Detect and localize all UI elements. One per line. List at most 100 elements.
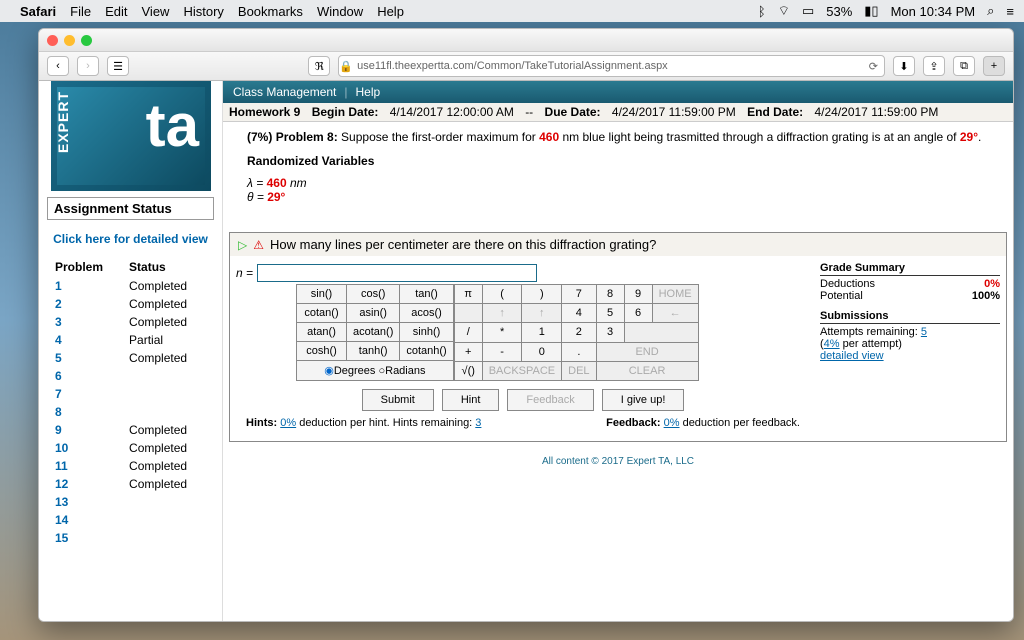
key-left[interactable]: ← [652, 304, 698, 323]
list-item[interactable]: 6 [51, 368, 210, 384]
key-plus[interactable]: + [454, 342, 482, 361]
key-pi[interactable]: π [454, 285, 482, 304]
share-button[interactable]: ⇪ [923, 56, 945, 76]
feedback-button[interactable]: Feedback [507, 389, 593, 411]
menu-history[interactable]: History [183, 4, 223, 19]
calc-atan[interactable]: atan() [297, 323, 347, 342]
key-home[interactable]: HOME [652, 285, 698, 304]
key-backspace[interactable]: BACKSPACE [482, 361, 561, 380]
minimize-icon[interactable] [64, 35, 75, 46]
calc-acotan[interactable]: acotan() [347, 323, 400, 342]
tabs-button[interactable]: ⧉ [953, 56, 975, 76]
key-sqrt[interactable]: √() [454, 361, 482, 380]
key-up[interactable]: ↑ [482, 304, 522, 323]
key-4[interactable]: 4 [562, 304, 596, 323]
calc-acos[interactable]: acos() [400, 304, 453, 323]
list-item[interactable]: 10Completed [51, 440, 210, 456]
hint-button[interactable]: Hint [442, 389, 500, 411]
answer-lhs: n = [236, 266, 253, 280]
key-8[interactable]: 8 [596, 285, 624, 304]
newtab-button[interactable]: + [983, 56, 1005, 76]
key-del[interactable]: DEL [562, 361, 596, 380]
display-icon[interactable]: ▭ [802, 3, 814, 19]
clock[interactable]: Mon 10:34 PM [891, 4, 976, 19]
footer: All content © 2017 Expert TA, LLC [223, 446, 1013, 477]
key-2[interactable]: 2 [562, 323, 596, 342]
menu-window[interactable]: Window [317, 4, 363, 19]
list-item[interactable]: 7 [51, 386, 210, 402]
key-0[interactable]: 0 [522, 342, 562, 361]
list-item[interactable]: 4Partial [51, 332, 210, 348]
calc-cosh[interactable]: cosh() [297, 342, 347, 361]
key-clear[interactable]: CLEAR [596, 361, 698, 380]
list-item[interactable]: 12Completed [51, 476, 210, 492]
menu-help[interactable]: Help [356, 85, 381, 99]
safari-window: ‹ › ☰ ℜ 🔒 use11fl.theexpertta.com/Common… [38, 28, 1014, 622]
calc-cotan[interactable]: cotan() [297, 304, 347, 323]
list-item[interactable]: 8 [51, 404, 210, 420]
reader-button[interactable]: ℜ [308, 56, 330, 76]
sidebar-button[interactable]: ☰ [107, 56, 129, 76]
key-up2[interactable]: ↑ [522, 304, 562, 323]
calc-cos[interactable]: cos() [347, 285, 400, 304]
key-7[interactable]: 7 [562, 285, 596, 304]
forward-button[interactable]: › [77, 56, 99, 76]
detailed-view-link-2[interactable]: detailed view [820, 350, 1000, 362]
list-item[interactable]: 11Completed [51, 458, 210, 474]
reload-icon[interactable]: ⟳ [869, 60, 878, 73]
key-dot[interactable]: . [562, 342, 596, 361]
key-blank [454, 304, 482, 323]
key-minus[interactable]: - [482, 342, 522, 361]
key-rparen[interactable]: ) [522, 285, 562, 304]
calc-tan[interactable]: tan() [400, 285, 453, 304]
list-item[interactable]: 13 [51, 494, 210, 510]
close-icon[interactable] [47, 35, 58, 46]
angle-mode[interactable]: ◉Degrees ○Radians [297, 361, 454, 381]
maximize-icon[interactable] [81, 35, 92, 46]
menu-file[interactable]: File [70, 4, 91, 19]
notification-icon[interactable]: ≡ [1006, 4, 1014, 19]
key-div[interactable]: / [454, 323, 482, 342]
calc-asin[interactable]: asin() [347, 304, 400, 323]
key-lparen[interactable]: ( [482, 285, 522, 304]
bluetooth-icon[interactable]: ᛒ [758, 4, 766, 19]
giveup-button[interactable]: I give up! [602, 389, 685, 411]
list-item[interactable]: 2Completed [51, 296, 210, 312]
window-titlebar[interactable] [39, 29, 1013, 51]
app-name[interactable]: Safari [20, 4, 56, 19]
detailed-view-link[interactable]: Click here for detailed view [39, 226, 222, 252]
battery-icon[interactable]: ▮▯ [864, 3, 878, 19]
col-problem: Problem [51, 258, 123, 276]
menu-class-management[interactable]: Class Management [233, 85, 336, 99]
menu-edit[interactable]: Edit [105, 4, 127, 19]
back-button[interactable]: ‹ [47, 56, 69, 76]
list-item[interactable]: 3Completed [51, 314, 210, 330]
key-3[interactable]: 3 [596, 323, 624, 342]
submit-button[interactable]: Submit [362, 389, 434, 411]
url-bar[interactable]: 🔒 use11fl.theexpertta.com/Common/TakeTut… [338, 55, 885, 77]
calc-cotanh[interactable]: cotanh() [400, 342, 453, 361]
key-9[interactable]: 9 [624, 285, 652, 304]
wifi-icon[interactable]: ⌔ [778, 3, 790, 19]
download-button[interactable]: ⬇ [893, 56, 915, 76]
list-item[interactable]: 15 [51, 530, 210, 546]
key-end[interactable]: END [596, 342, 698, 361]
answer-input[interactable] [257, 264, 537, 282]
calculator: sin()cos()tan() cotan()asin()acos() atan… [296, 284, 810, 381]
menu-help[interactable]: Help [377, 4, 404, 19]
calc-sin[interactable]: sin() [297, 285, 347, 304]
question-box: ▷ ⚠ How many lines per centimeter are th… [229, 232, 1007, 442]
key-mul[interactable]: * [482, 323, 522, 342]
search-icon[interactable]: ⌕ [987, 3, 994, 19]
menu-view[interactable]: View [142, 4, 170, 19]
menu-bookmarks[interactable]: Bookmarks [238, 4, 303, 19]
list-item[interactable]: 9Completed [51, 422, 210, 438]
key-5[interactable]: 5 [596, 304, 624, 323]
list-item[interactable]: 14 [51, 512, 210, 528]
calc-sinh[interactable]: sinh() [400, 323, 453, 342]
list-item[interactable]: 1Completed [51, 278, 210, 294]
key-6[interactable]: 6 [624, 304, 652, 323]
key-1[interactable]: 1 [522, 323, 562, 342]
list-item[interactable]: 5Completed [51, 350, 210, 366]
calc-tanh[interactable]: tanh() [347, 342, 400, 361]
